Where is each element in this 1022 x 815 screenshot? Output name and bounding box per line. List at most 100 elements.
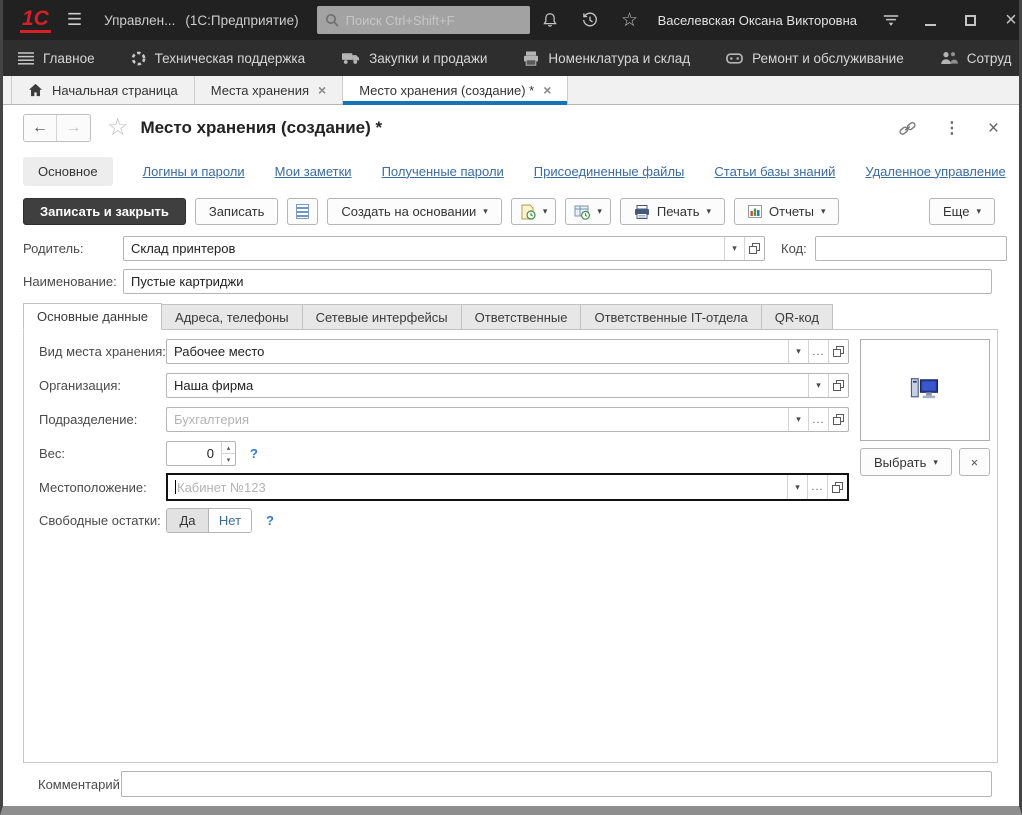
- nav-remote-control[interactable]: Удаленное управление: [865, 164, 1005, 179]
- department-dropdown-button[interactable]: ▾: [788, 408, 808, 431]
- favorite-star-icon[interactable]: ☆: [107, 116, 129, 140]
- department-input[interactable]: [167, 408, 788, 431]
- free-stock-help-link[interactable]: ?: [266, 513, 274, 528]
- nav-logins-passwords[interactable]: Логины и пароли: [143, 164, 245, 179]
- organization-open-button[interactable]: [828, 374, 848, 397]
- tab-network-interfaces[interactable]: Сетевые интерфейсы: [302, 304, 461, 330]
- form-navigation: Основное Логины и пароли Мои заметки Пол…: [23, 156, 999, 186]
- department-open-button[interactable]: [828, 408, 848, 431]
- repair-service-icon: [726, 52, 743, 65]
- parent-field-row: Родитель: ▾ Код:: [23, 236, 992, 261]
- weight-help-link[interactable]: ?: [250, 446, 258, 461]
- close-tab-icon[interactable]: ×: [543, 82, 551, 98]
- storage-kind-dropdown-button[interactable]: ▾: [788, 340, 808, 363]
- free-stock-no-button[interactable]: Нет: [209, 509, 251, 532]
- close-tab-icon[interactable]: ×: [318, 82, 326, 98]
- reports-button[interactable]: Отчеты ▾: [734, 198, 839, 225]
- printer-icon: [523, 51, 539, 66]
- get-link-icon[interactable]: [899, 120, 916, 137]
- form-title: Место хранения (создание) *: [141, 118, 383, 138]
- location-open-button[interactable]: [827, 475, 847, 499]
- parent-input[interactable]: [124, 237, 724, 260]
- tab-storage-place-new[interactable]: Место хранения (создание) * ×: [343, 76, 568, 104]
- connection-status-icon[interactable]: [871, 13, 911, 28]
- active-tab-underline: [343, 101, 567, 105]
- maximize-button[interactable]: [951, 15, 991, 26]
- forward-button[interactable]: →: [57, 115, 90, 141]
- location-choose-button[interactable]: ...: [807, 475, 827, 499]
- nav-kb-articles[interactable]: Статьи базы знаний: [714, 164, 835, 179]
- app-kind: (1С:Предприятие): [185, 13, 298, 28]
- image-preview-box[interactable]: [860, 339, 990, 441]
- spinner-up-icon[interactable]: ▴: [222, 442, 235, 454]
- save-button[interactable]: Записать: [195, 198, 279, 225]
- storage-kind-input[interactable]: [167, 340, 788, 363]
- current-user-name[interactable]: Васелевская Оксана Викторовна: [658, 13, 857, 28]
- main-menu-icon[interactable]: ☰: [67, 10, 82, 30]
- create-based-on-button[interactable]: Создать на основании ▾: [327, 198, 501, 225]
- storage-kind-row: Вид места хранения: ▾ ...: [39, 339, 849, 364]
- free-stock-label: Свободные остатки:: [39, 513, 166, 528]
- section-purchases-sales[interactable]: Закупки и продажи: [341, 51, 487, 66]
- more-actions-icon[interactable]: ⋮: [944, 118, 960, 138]
- nav-main[interactable]: Основное: [23, 157, 113, 186]
- search-input[interactable]: [346, 13, 522, 28]
- weight-input[interactable]: [167, 442, 221, 465]
- open-icon: [833, 380, 844, 391]
- department-row: Подразделение: ▾ ...: [39, 407, 849, 432]
- comment-input[interactable]: [121, 771, 992, 797]
- search-icon: [325, 13, 339, 27]
- notifications-bell-icon[interactable]: [530, 11, 570, 29]
- department-choose-button[interactable]: ...: [808, 408, 828, 431]
- form-toolbar: Записать и закрыть Записать Создать на о…: [23, 197, 995, 226]
- section-main[interactable]: Главное: [18, 51, 95, 66]
- section-nomenclature-warehouse[interactable]: Номенклатура и склад: [523, 51, 690, 66]
- organization-dropdown-button[interactable]: ▾: [808, 374, 828, 397]
- table-clock-icon: [574, 204, 590, 220]
- storage-kind-open-button[interactable]: [828, 340, 848, 363]
- tab-qr-code[interactable]: QR-код: [761, 304, 833, 330]
- location-input[interactable]: Кабинет №123: [168, 475, 787, 499]
- free-stock-yes-button[interactable]: Да: [167, 509, 209, 532]
- section-tech-support[interactable]: Техническая поддержка: [131, 51, 306, 66]
- nav-received-passwords[interactable]: Полученные пароли: [382, 164, 504, 179]
- name-input[interactable]: [124, 270, 991, 293]
- show-in-list-button[interactable]: [287, 198, 318, 225]
- nav-my-notes[interactable]: Мои заметки: [275, 164, 352, 179]
- comment-label: Комментарий:: [38, 777, 121, 792]
- section-repair-service[interactable]: Ремонт и обслуживание: [726, 51, 904, 66]
- save-and-close-button[interactable]: Записать и закрыть: [23, 198, 186, 225]
- global-search[interactable]: [317, 6, 530, 34]
- print-button[interactable]: Печать ▾: [620, 198, 725, 225]
- history-icon[interactable]: [570, 11, 610, 29]
- tab-responsible[interactable]: Ответственные: [461, 304, 581, 330]
- back-button[interactable]: ←: [24, 115, 57, 141]
- parent-open-button[interactable]: [744, 237, 764, 260]
- more-button[interactable]: Еще ▾: [929, 198, 995, 225]
- spinner-down-icon[interactable]: ▾: [222, 454, 235, 465]
- caret-down-icon: ▾: [706, 206, 711, 217]
- free-stock-toggle: Да Нет: [166, 508, 252, 533]
- storage-kind-choose-button[interactable]: ...: [808, 340, 828, 363]
- favorites-star-icon[interactable]: ☆: [610, 11, 650, 30]
- parent-dropdown-button[interactable]: ▾: [724, 237, 744, 260]
- close-window-button[interactable]: ×: [991, 10, 1022, 30]
- nav-attached-files[interactable]: Присоединенные файлы: [534, 164, 685, 179]
- scheduler-dropdown-button[interactable]: ▾: [565, 198, 611, 225]
- weight-spinner: ▴ ▾: [221, 442, 235, 465]
- location-dropdown-button[interactable]: ▾: [787, 475, 807, 499]
- section-employees[interactable]: Сотруд: [940, 51, 1012, 66]
- tab-storage-places-list[interactable]: Места хранения ×: [195, 76, 343, 104]
- minimize-button[interactable]: [911, 15, 951, 26]
- location-row: Местоположение: Кабинет №123 ▾ ...: [39, 473, 849, 501]
- close-form-icon[interactable]: ×: [988, 119, 999, 138]
- organization-input[interactable]: [167, 374, 808, 397]
- code-input[interactable]: [816, 237, 1006, 260]
- tab-responsible-it[interactable]: Ответственные IT-отдела: [580, 304, 760, 330]
- tab-addresses-phones[interactable]: Адреса, телефоны: [162, 304, 302, 330]
- tab-main-data[interactable]: Основные данные: [23, 303, 162, 330]
- clear-image-button[interactable]: ×: [959, 448, 990, 476]
- choose-image-button[interactable]: Выбрать ▾: [860, 448, 952, 476]
- tab-home[interactable]: Начальная страница: [11, 76, 195, 104]
- tasks-dropdown-button[interactable]: ▾: [511, 198, 557, 225]
